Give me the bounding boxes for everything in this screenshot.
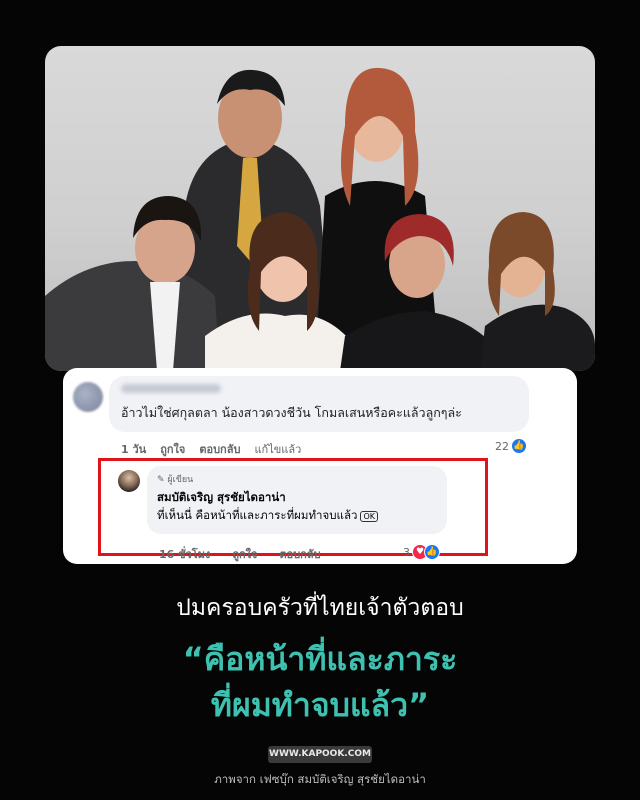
- reply-action[interactable]: ตอบกลับ: [199, 443, 240, 456]
- like-icon: 👍: [511, 438, 527, 454]
- author-avatar[interactable]: [118, 470, 140, 492]
- pencil-icon: ✎: [157, 475, 168, 485]
- reply-reply-action[interactable]: ตอบกลับ: [279, 548, 320, 561]
- edited-label: แก้ไขแล้ว: [254, 443, 302, 456]
- author-badge: ✎ ผู้เขียน: [157, 475, 194, 485]
- comment-time[interactable]: 1 วัน: [121, 443, 146, 456]
- facebook-comment-card: อ้าวไม่ใช่ศกุลตลา น้องสาวดวงชีวัน โกมลเส…: [63, 368, 577, 564]
- comment-text: อ้าวไม่ใช่ศกุลตลา น้องสาวดวงชีวัน โกมลเส…: [121, 405, 462, 420]
- reply-text: ที่เห็นนี่ คือหน้าที่และภาระที่ผมทำจบแล้…: [157, 507, 379, 525]
- family-photo: [45, 46, 595, 371]
- reaction-count: 22: [495, 439, 509, 453]
- comment-bubble: อ้าวไม่ใช่ศกุลตลา น้องสาวดวงชีวัน โกมลเส…: [109, 376, 529, 432]
- photo-credit: ภาพจาก เฟซบุ๊ก สมบัติเจริญ สุรชัยไดอาน่า: [214, 772, 426, 786]
- reply-bubble: ✎ ผู้เขียน สมบัติเจริญ สุรชัยไดอาน่า ที่…: [147, 466, 447, 534]
- reply-like-action[interactable]: ถูกใจ: [232, 548, 257, 561]
- source-badge: WWW.KAPOOK.COM: [268, 746, 372, 763]
- headline: ปมครอบครัวที่ไทยเจ้าตัวตอบ: [176, 595, 464, 621]
- quote-line-2: ที่ผมทำจบแล้ว”: [210, 686, 430, 724]
- family-photo-illustration: [45, 67, 595, 371]
- reaction-summary[interactable]: 22 👍: [495, 438, 527, 454]
- reply-reaction-count: 3: [403, 545, 410, 559]
- reply-actions: 16 ชั่วโมง ถูกใจ ตอบกลับ: [159, 545, 335, 563]
- comment-actions: 1 วัน ถูกใจ ตอบกลับ แก้ไขแล้ว: [121, 440, 315, 458]
- quote-line-1: “คือหน้าที่และภาระ: [182, 640, 458, 678]
- reply-reaction-summary[interactable]: 3 ♥ 👍: [403, 544, 440, 560]
- like-icon: 👍: [424, 544, 440, 560]
- commenter-name-blurred[interactable]: [121, 384, 221, 393]
- ok-emoji-icon: OK: [360, 511, 379, 522]
- reply-author-name[interactable]: สมบัติเจริญ สุรชัยไดอาน่า: [157, 489, 286, 507]
- reply-time[interactable]: 16 ชั่วโมง: [159, 548, 210, 561]
- like-action[interactable]: ถูกใจ: [160, 443, 185, 456]
- commenter-avatar[interactable]: [73, 382, 103, 412]
